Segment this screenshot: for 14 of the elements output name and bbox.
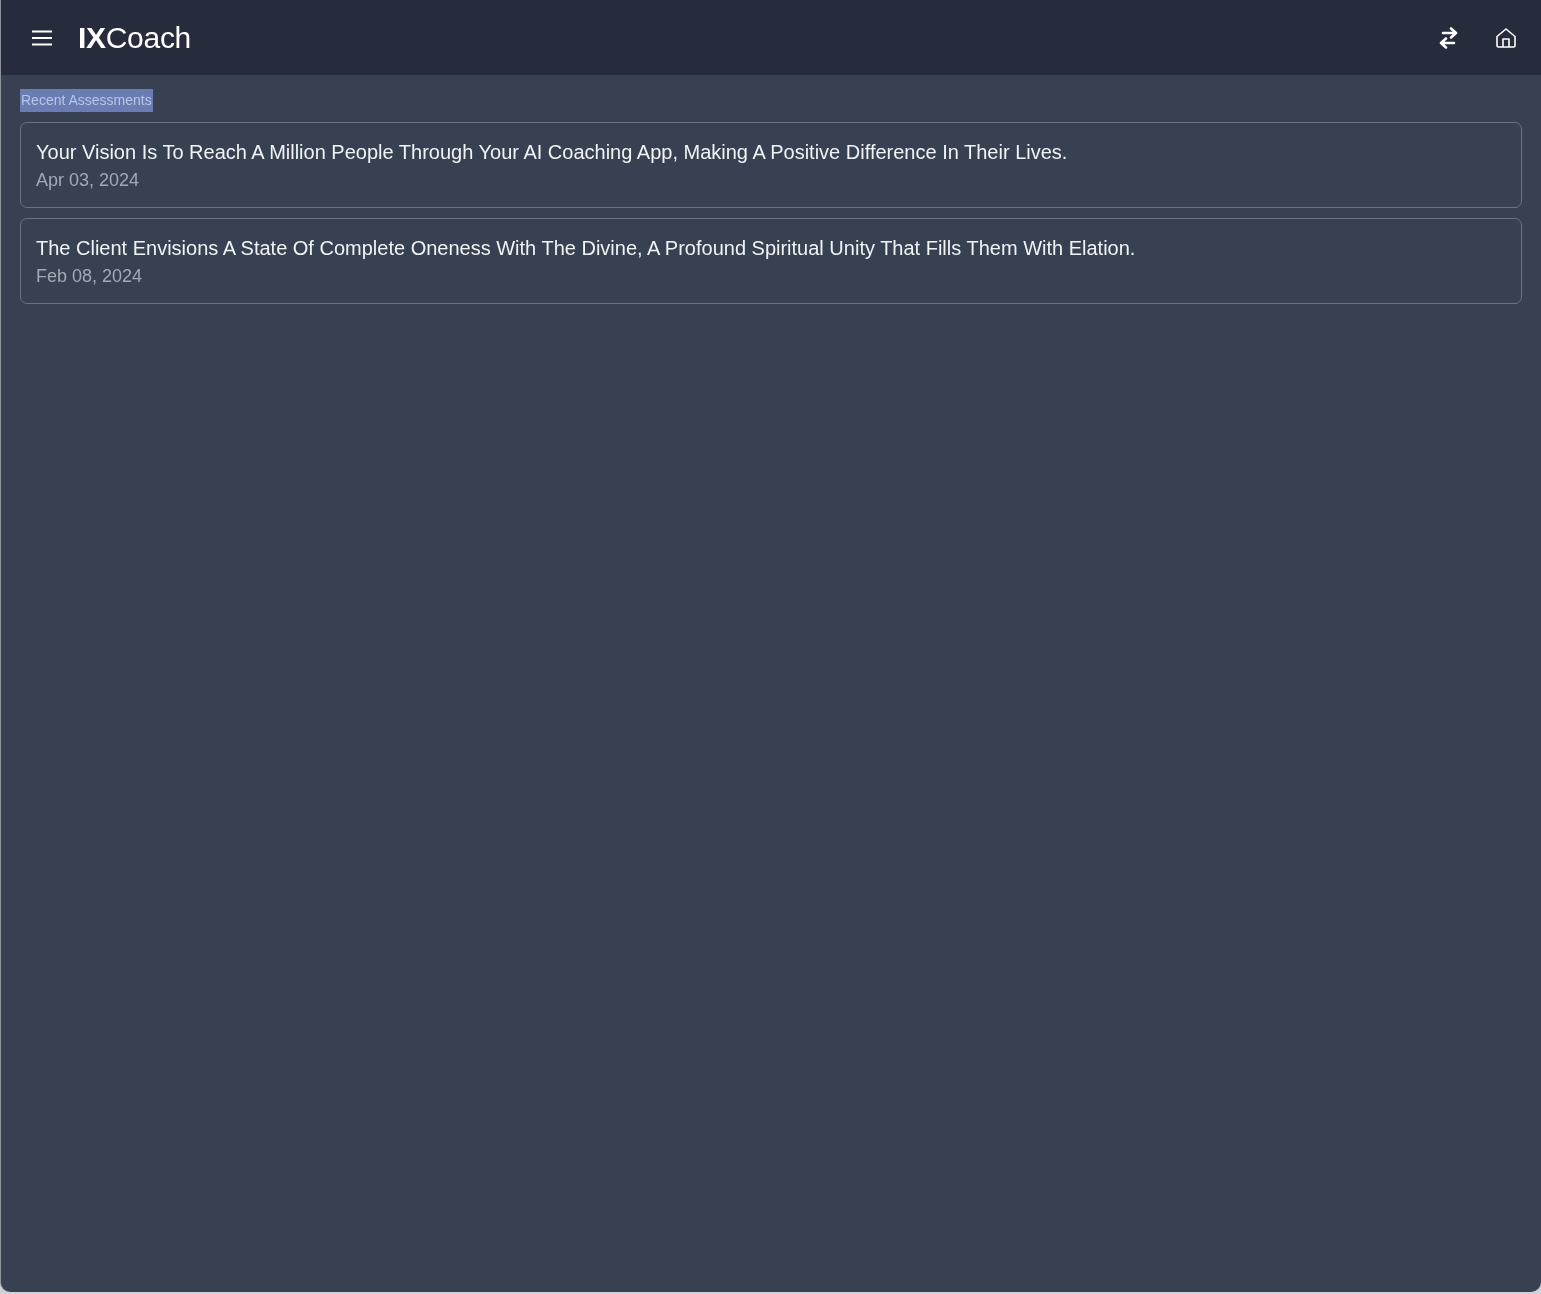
assessment-title: Your Vision Is To Reach A Million People Through Your AI Coaching App, Making A Positive Difference In Their Lives.	[36, 140, 1069, 165]
home-icon	[1496, 27, 1516, 48]
home-button[interactable]	[1496, 27, 1516, 48]
swap-button[interactable]	[1439, 26, 1458, 49]
assessment-card[interactable]: The Client Envisions A State Of Complete Oneness With The Divine, A Profound Spiritual Unity That Fills Them With Elation. Feb 08, 2024	[20, 218, 1522, 304]
assessment-date: Feb 08, 2024	[36, 265, 144, 288]
app-logo[interactable]: IXCoach	[78, 19, 191, 56]
menu-button[interactable]	[32, 29, 52, 46]
menu-icon	[32, 29, 52, 46]
swap-arrows-icon	[1439, 26, 1458, 49]
assessment-date: Apr 03, 2024	[36, 169, 141, 192]
assessment-title: The Client Envisions A State Of Complete Oneness With The Divine, A Profound Spiritual Unity That Fills Them With Elation.	[36, 236, 1137, 261]
section-title: Recent Assessments	[20, 89, 153, 112]
assessment-card[interactable]: Your Vision Is To Reach A Million People Through Your AI Coaching App, Making A Positive Difference In Their Lives. Apr 03, 2024	[20, 122, 1522, 208]
